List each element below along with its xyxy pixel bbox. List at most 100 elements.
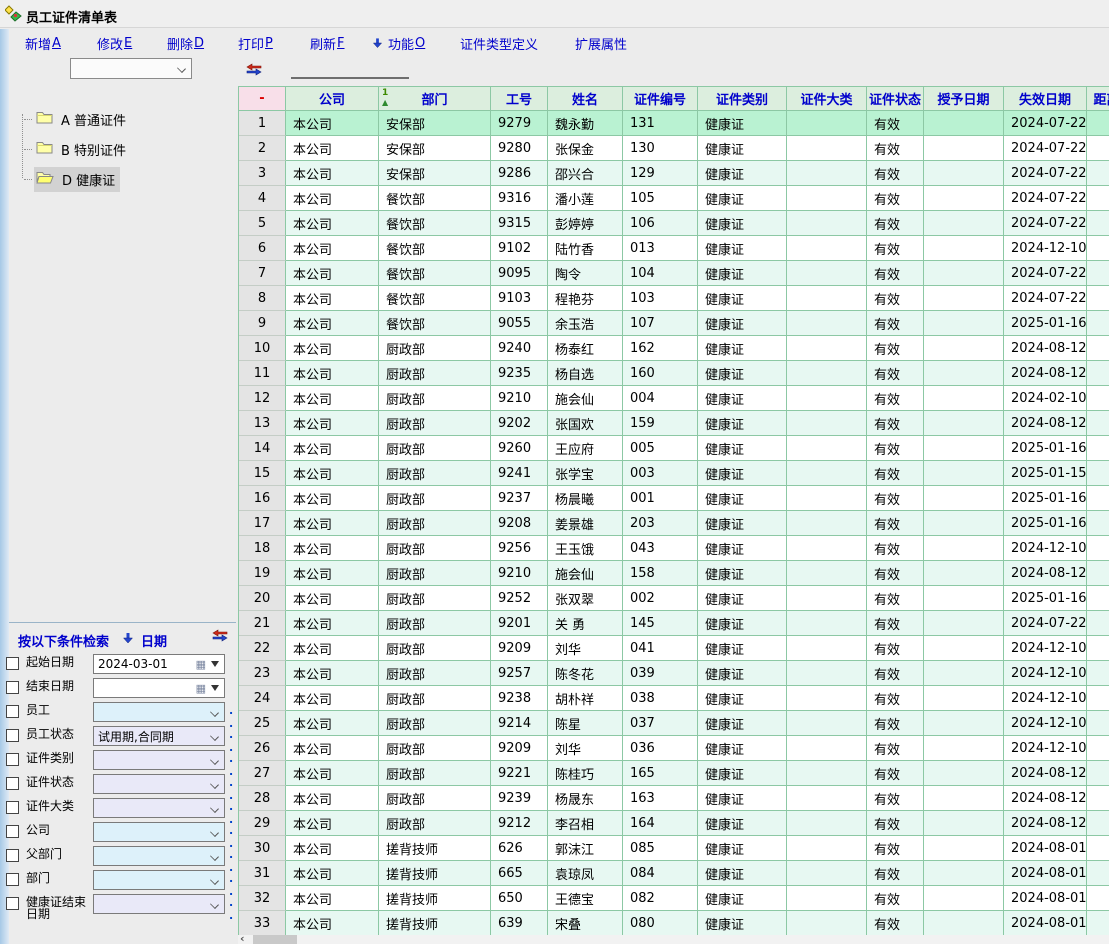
cell-status: 有效 bbox=[867, 511, 924, 536]
table-row[interactable]: 22本公司厨政部9209刘华041健康证有效2024-12-10 bbox=[239, 636, 1109, 661]
more-options-button[interactable]: . . bbox=[229, 896, 236, 922]
column-header-type[interactable]: 证件类别 bbox=[698, 87, 787, 111]
filter-checkbox[interactable] bbox=[6, 873, 19, 886]
menu-item-1[interactable]: 新增A bbox=[25, 34, 61, 52]
tree-item-b[interactable]: B 特别证件 bbox=[24, 138, 131, 160]
menu-item-2[interactable]: 修改E bbox=[97, 34, 132, 52]
column-header-dept[interactable]: 部门1▲ bbox=[379, 87, 491, 111]
table-row[interactable]: 17本公司厨政部9208姜景雄203健康证有效2025-01-16 bbox=[239, 511, 1109, 536]
swap-columns-icon[interactable] bbox=[212, 628, 228, 642]
filter-checkbox[interactable] bbox=[6, 729, 19, 742]
toolbar-combo[interactable] bbox=[70, 58, 192, 79]
date-field[interactable]: 2024-03-01▦ bbox=[93, 654, 225, 674]
column-header-expire[interactable]: 失效日期 bbox=[1004, 87, 1087, 111]
cell-value: 085 bbox=[630, 841, 655, 856]
swap-columns-icon[interactable] bbox=[246, 62, 262, 76]
column-header-cert[interactable]: 证件编号 bbox=[623, 87, 698, 111]
horizontal-scrollbar[interactable]: ‹ bbox=[238, 935, 1109, 944]
select-field[interactable] bbox=[93, 870, 225, 890]
table-row[interactable]: 4本公司餐饮部9316潘小莲105健康证有效2024-07-22 bbox=[239, 186, 1109, 211]
cell-value: 本公司 bbox=[293, 439, 332, 458]
cell-company: 本公司 bbox=[286, 311, 379, 336]
column-header-name[interactable]: 姓名 bbox=[548, 87, 623, 111]
cell-dist bbox=[1087, 211, 1109, 236]
date-field[interactable]: ▦ bbox=[93, 678, 225, 698]
table-row[interactable]: 1本公司安保部9279魏永勤131健康证有效2024-07-22 bbox=[239, 111, 1109, 136]
table-row[interactable]: 32本公司搓背技师650王德宝082健康证有效2024-08-01 bbox=[239, 886, 1109, 911]
table-row[interactable]: 15本公司厨政部9241张学宝003健康证有效2025-01-15 bbox=[239, 461, 1109, 486]
select-field[interactable] bbox=[93, 750, 225, 770]
tree-item-a[interactable]: A 普通证件 bbox=[24, 108, 131, 130]
table-row[interactable]: 10本公司厨政部9240杨泰红162健康证有效2024-08-12 bbox=[239, 336, 1109, 361]
table-row[interactable]: 33本公司搓背技师639宋叠080健康证有效2024-08-01 bbox=[239, 911, 1109, 935]
column-header-cls[interactable]: 证件大类 bbox=[787, 87, 867, 111]
cell-value: 本公司 bbox=[293, 264, 332, 283]
menu-item-3[interactable]: 删除D bbox=[167, 34, 204, 52]
row-number-cell: 16 bbox=[239, 486, 286, 511]
table-row[interactable]: 28本公司厨政部9239杨晟东163健康证有效2024-08-12 bbox=[239, 786, 1109, 811]
table-row[interactable]: 30本公司搓背技师626郭沫江085健康证有效2024-08-01 bbox=[239, 836, 1109, 861]
table-row[interactable]: 5本公司餐饮部9315彭婷婷106健康证有效2024-07-22 bbox=[239, 211, 1109, 236]
filter-checkbox[interactable] bbox=[6, 705, 19, 718]
filter-checkbox[interactable] bbox=[6, 657, 19, 670]
table-row[interactable]: 6本公司餐饮部9102陆竹香013健康证有效2024-12-10 bbox=[239, 236, 1109, 261]
scroll-left-icon[interactable]: ‹ bbox=[240, 932, 245, 944]
filter-checkbox[interactable] bbox=[6, 753, 19, 766]
filter-checkbox[interactable] bbox=[6, 681, 19, 694]
table-row[interactable]: 11本公司厨政部9235杨自选160健康证有效2024-08-12 bbox=[239, 361, 1109, 386]
menu-item-6[interactable]: 功能O bbox=[372, 34, 425, 52]
table-row[interactable]: 12本公司厨政部9210施会仙004健康证有效2024-02-10 bbox=[239, 386, 1109, 411]
cell-company: 本公司 bbox=[286, 386, 379, 411]
select-field[interactable] bbox=[93, 702, 225, 722]
select-field[interactable] bbox=[93, 822, 225, 842]
menu-item-7[interactable]: 证件类型定义 bbox=[460, 34, 538, 52]
cell-cert: 080 bbox=[623, 911, 698, 935]
filter-checkbox[interactable] bbox=[6, 825, 19, 838]
menu-item-5[interactable]: 刷新F bbox=[310, 34, 345, 52]
column-header-dist[interactable]: 距离 bbox=[1087, 87, 1109, 111]
table-row[interactable]: 27本公司厨政部9221陈桂巧165健康证有效2024-08-12 bbox=[239, 761, 1109, 786]
quick-search-input[interactable] bbox=[291, 62, 409, 79]
column-header-status[interactable]: 证件状态 bbox=[867, 87, 924, 111]
table-row[interactable]: 19本公司厨政部9210施会仙158健康证有效2024-08-12 bbox=[239, 561, 1109, 586]
filter-checkbox[interactable] bbox=[6, 897, 19, 910]
table-row[interactable]: 14本公司厨政部9260王应府005健康证有效2025-01-16 bbox=[239, 436, 1109, 461]
calendar-icon: ▦ bbox=[196, 658, 206, 671]
menu-item-4[interactable]: 打印P bbox=[238, 34, 273, 52]
column-header-company[interactable]: 公司 bbox=[286, 87, 379, 111]
table-row[interactable]: 9本公司餐饮部9055余玉浩107健康证有效2025-01-16 bbox=[239, 311, 1109, 336]
cell-value: 036 bbox=[630, 741, 655, 756]
table-row[interactable]: 3本公司安保部9286邵兴合129健康证有效2024-07-22 bbox=[239, 161, 1109, 186]
filter-sort-field[interactable]: 日期 bbox=[141, 631, 167, 650]
table-row[interactable]: 16本公司厨政部9237杨晨曦001健康证有效2025-01-16 bbox=[239, 486, 1109, 511]
select-field[interactable]: 试用期,合同期 bbox=[93, 726, 225, 746]
table-row[interactable]: 29本公司厨政部9212李召相164健康证有效2024-08-12 bbox=[239, 811, 1109, 836]
table-row[interactable]: 20本公司厨政部9252张双翠002健康证有效2025-01-16 bbox=[239, 586, 1109, 611]
cell-emp: 650 bbox=[491, 886, 548, 911]
table-row[interactable]: 2本公司安保部9280张保金130健康证有效2024-07-22 bbox=[239, 136, 1109, 161]
table-row[interactable]: 31本公司搓背技师665袁琼凤084健康证有效2024-08-01 bbox=[239, 861, 1109, 886]
tree-item-d[interactable]: D 健康证 bbox=[24, 168, 120, 190]
cell-value: 9286 bbox=[498, 166, 531, 181]
filter-checkbox[interactable] bbox=[6, 777, 19, 790]
column-header-grant[interactable]: 授予日期 bbox=[924, 87, 1004, 111]
table-row[interactable]: 13本公司厨政部9202张国欢159健康证有效2024-08-12 bbox=[239, 411, 1109, 436]
table-row[interactable]: 7本公司餐饮部9095陶令104健康证有效2024-07-22 bbox=[239, 261, 1109, 286]
column-header-n[interactable]: - bbox=[239, 87, 286, 111]
table-row[interactable]: 26本公司厨政部9209刘华036健康证有效2024-12-10 bbox=[239, 736, 1109, 761]
table-row[interactable]: 21本公司厨政部9201关 勇145健康证有效2024-07-22 bbox=[239, 611, 1109, 636]
select-field[interactable] bbox=[93, 846, 225, 866]
menu-item-8[interactable]: 扩展属性 bbox=[575, 34, 627, 52]
table-row[interactable]: 23本公司厨政部9257陈冬花039健康证有效2024-12-10 bbox=[239, 661, 1109, 686]
column-header-emp[interactable]: 工号 bbox=[491, 87, 548, 111]
select-field[interactable] bbox=[93, 798, 225, 818]
table-row[interactable]: 24本公司厨政部9238胡朴祥038健康证有效2024-12-10 bbox=[239, 686, 1109, 711]
table-row[interactable]: 25本公司厨政部9214陈星037健康证有效2024-12-10 bbox=[239, 711, 1109, 736]
table-row[interactable]: 8本公司餐饮部9103程艳芬103健康证有效2024-07-22 bbox=[239, 286, 1109, 311]
select-field[interactable] bbox=[93, 894, 225, 914]
filter-checkbox[interactable] bbox=[6, 849, 19, 862]
scrollbar-thumb[interactable] bbox=[253, 935, 297, 944]
table-row[interactable]: 18本公司厨政部9256王玉饿043健康证有效2024-12-10 bbox=[239, 536, 1109, 561]
select-field[interactable] bbox=[93, 774, 225, 794]
filter-checkbox[interactable] bbox=[6, 801, 19, 814]
